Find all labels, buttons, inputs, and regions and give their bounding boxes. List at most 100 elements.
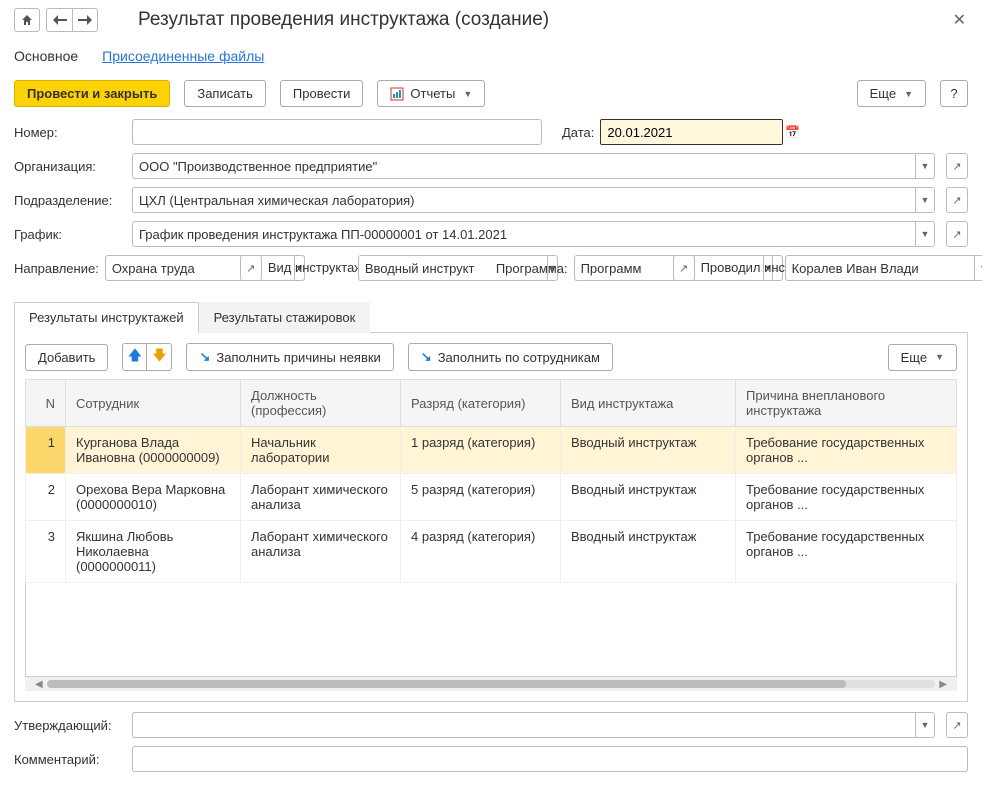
table-more-button[interactable]: Еще ▼ — [888, 344, 957, 371]
fill-employees-button[interactable]: ↘ Заполнить по сотрудникам — [408, 343, 613, 371]
horizontal-scrollbar[interactable]: ◀ ▶ — [25, 677, 957, 691]
table-row[interactable]: 2 Орехова Вера Марковна (0000000010) Лаб… — [26, 474, 957, 521]
conductor-input[interactable] — [785, 255, 974, 281]
open-button[interactable]: ↗ — [673, 255, 695, 281]
arrow-left-icon — [53, 15, 67, 25]
col-grade[interactable]: Разряд (категория) — [401, 380, 561, 427]
program-label: Программа: — [496, 261, 568, 276]
date-input-wrapper: 📅 — [600, 119, 783, 145]
post-and-close-button[interactable]: Провести и закрыть — [14, 80, 170, 107]
col-position[interactable]: Должность (профессия) — [241, 380, 401, 427]
comment-label: Комментарий: — [14, 752, 126, 767]
scroll-left-icon[interactable]: ◀ — [31, 679, 47, 690]
reports-button[interactable]: Отчеты ▼ — [377, 80, 485, 107]
col-employee[interactable]: Сотрудник — [66, 380, 241, 427]
dropdown-button[interactable]: ▼ — [915, 712, 935, 738]
action-arrow-icon: ↘ — [199, 349, 210, 365]
more-label: Еще — [870, 86, 896, 101]
direction-label: Направление: — [14, 261, 99, 276]
write-button[interactable]: Записать — [184, 80, 266, 107]
move-down-button[interactable]: 🡇 — [147, 344, 171, 370]
table-row[interactable]: 3 Якшина Любовь Николаевна (0000000011) … — [26, 521, 957, 583]
open-button[interactable]: ↗ — [240, 255, 262, 281]
cell-position: Начальник лаборатории — [241, 427, 401, 474]
move-up-button[interactable]: 🡅 — [123, 344, 147, 370]
dropdown-button[interactable]: ▼ — [915, 153, 935, 179]
dropdown-icon: ▼ — [463, 89, 472, 99]
cell-grade: 1 разряд (категория) — [401, 427, 561, 474]
subtab-briefing-results[interactable]: Результаты инструктажей — [14, 302, 199, 333]
briefing-type-label: Вид инструктажа: — [268, 260, 352, 276]
calendar-icon[interactable]: 📅 — [785, 125, 800, 139]
cell-type: Вводный инструктаж — [561, 521, 736, 583]
open-button[interactable]: ↗ — [946, 712, 968, 738]
home-icon — [20, 13, 34, 27]
report-icon — [390, 87, 404, 101]
department-input[interactable] — [132, 187, 915, 213]
forward-button[interactable] — [72, 8, 98, 32]
subtab-internship-results[interactable]: Результаты стажировок — [199, 302, 371, 333]
back-button[interactable] — [46, 8, 72, 32]
fill-employees-label: Заполнить по сотрудникам — [438, 350, 600, 365]
cell-n: 1 — [26, 427, 66, 474]
cell-reason: Требование государственных органов ... — [736, 521, 957, 583]
cell-type: Вводный инструктаж — [561, 427, 736, 474]
fill-reasons-button[interactable]: ↘ Заполнить причины неявки — [186, 343, 393, 371]
tab-attached-files[interactable]: Присоединенные файлы — [102, 48, 264, 64]
conductor-label: Проводил инструктаж: — [701, 260, 779, 276]
cell-n: 2 — [26, 474, 66, 521]
scroll-thumb[interactable] — [47, 680, 847, 688]
dropdown-icon: ▼ — [904, 89, 913, 99]
dropdown-icon: ▼ — [935, 352, 944, 362]
department-label: Подразделение: — [14, 193, 126, 208]
organization-input[interactable] — [132, 153, 915, 179]
approver-label: Утверждающий: — [14, 718, 126, 733]
direction-input[interactable] — [105, 255, 294, 281]
dropdown-button[interactable]: ▼ — [915, 187, 935, 213]
dropdown-button[interactable]: ▼ — [915, 221, 935, 247]
col-type[interactable]: Вид инструктажа — [561, 380, 736, 427]
date-label: Дата: — [562, 125, 594, 140]
help-button[interactable]: ? — [940, 80, 968, 107]
cell-reason: Требование государственных органов ... — [736, 474, 957, 521]
fill-reasons-label: Заполнить причины неявки — [216, 350, 380, 365]
tab-main[interactable]: Основное — [14, 48, 78, 64]
cell-employee: Курганова Влада Ивановна (0000000009) — [66, 427, 241, 474]
post-button[interactable]: Провести — [280, 80, 364, 107]
results-table: N Сотрудник Должность (профессия) Разряд… — [25, 379, 957, 583]
table-more-label: Еще — [901, 350, 927, 365]
number-label: Номер: — [14, 125, 126, 140]
arrow-right-icon — [78, 15, 92, 25]
cell-n: 3 — [26, 521, 66, 583]
page-title: Результат проведения инструктажа (создан… — [138, 9, 549, 31]
cell-grade: 4 разряд (категория) — [401, 521, 561, 583]
reports-label: Отчеты — [410, 86, 455, 101]
organization-label: Организация: — [14, 159, 126, 174]
cell-employee: Якшина Любовь Николаевна (0000000011) — [66, 521, 241, 583]
schedule-input[interactable] — [132, 221, 915, 247]
number-input[interactable] — [132, 119, 542, 145]
date-input[interactable] — [605, 123, 785, 142]
cell-grade: 5 разряд (категория) — [401, 474, 561, 521]
cell-employee: Орехова Вера Марковна (0000000010) — [66, 474, 241, 521]
close-button[interactable]: ✕ — [951, 10, 968, 30]
more-button[interactable]: Еще ▼ — [857, 80, 926, 107]
cell-type: Вводный инструктаж — [561, 474, 736, 521]
approver-input[interactable] — [132, 712, 915, 738]
col-reason[interactable]: Причина внепланового инструктажа — [736, 380, 957, 427]
add-button[interactable]: Добавить — [25, 344, 108, 371]
scroll-track[interactable] — [47, 680, 936, 688]
home-button[interactable] — [14, 8, 40, 32]
action-arrow-icon: ↘ — [421, 349, 432, 365]
comment-input[interactable] — [132, 746, 968, 772]
cell-position: Лаборант химического анализа — [241, 521, 401, 583]
table-header-row: N Сотрудник Должность (профессия) Разряд… — [26, 380, 957, 427]
table-row[interactable]: 1 Курганова Влада Ивановна (0000000009) … — [26, 427, 957, 474]
open-button[interactable]: ↗ — [946, 153, 968, 179]
dropdown-button[interactable]: ▼ — [974, 255, 982, 281]
open-button[interactable]: ↗ — [946, 221, 968, 247]
cell-reason: Требование государственных органов ... — [736, 427, 957, 474]
col-n[interactable]: N — [26, 380, 66, 427]
open-button[interactable]: ↗ — [946, 187, 968, 213]
scroll-right-icon[interactable]: ▶ — [935, 679, 951, 690]
